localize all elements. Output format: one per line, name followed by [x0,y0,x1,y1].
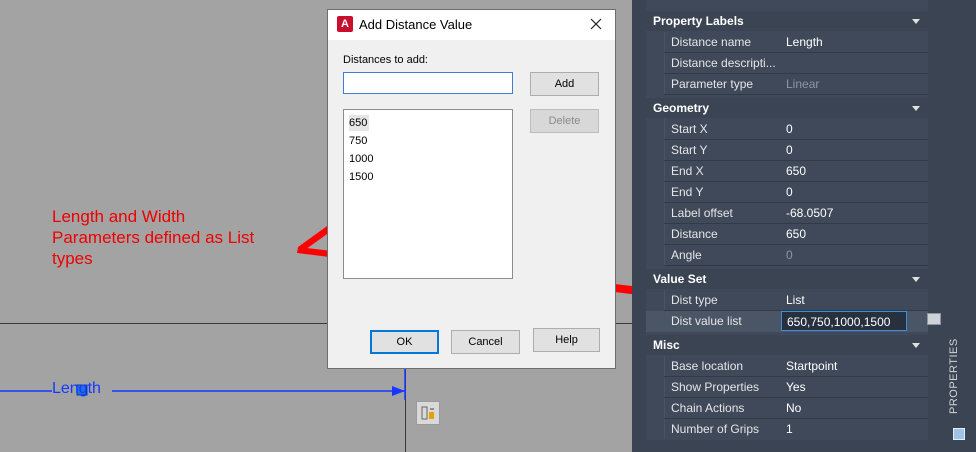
collapse-icon[interactable] [912,106,920,111]
property-value[interactable] [781,53,928,73]
dimension-label[interactable]: Length [52,380,101,398]
section-geometry[interactable]: Geometry [646,98,928,118]
property-value[interactable]: No [781,398,928,418]
section-title: Misc [653,338,680,352]
annotation-text: Length and Width Parameters defined as L… [52,206,254,269]
dist-value-list-field[interactable]: 650,750,1000,1500 [781,311,907,331]
property-row[interactable]: Base location Startpoint [646,356,928,377]
section-value-set[interactable]: Value Set [646,269,928,289]
list-item-label: 650 [349,115,370,131]
cancel-button[interactable]: Cancel [451,330,520,354]
annotation-line-2: Parameters defined as List [52,228,255,247]
property-value[interactable]: 650 [781,224,928,244]
property-value[interactable]: 0 [781,119,928,139]
dialog-title: Add Distance Value [359,17,473,32]
properties-palette: Property Labels Distance name Length Dis… [632,0,976,452]
property-value[interactable]: 0 [781,140,928,160]
properties-grid: Property Labels Distance name Length Dis… [646,0,941,440]
property-row[interactable]: Number of Grips 1 [646,419,928,440]
property-row[interactable]: End X 650 [646,161,928,182]
property-name: Dist value list [664,311,780,331]
property-name: End X [664,161,780,181]
distance-list[interactable]: 650 750 1000 1500 [343,109,513,279]
property-row[interactable]: Chain Actions No [646,398,928,419]
list-item[interactable]: 750 [349,131,507,149]
property-name: Show Properties [664,377,780,397]
add-distance-value-dialog: A Add Distance Value Distances to add: 6… [327,9,616,369]
collapse-icon[interactable] [912,343,920,348]
section-title: Geometry [653,101,710,115]
delete-button[interactable]: Delete [530,109,599,133]
property-row[interactable]: Start X 0 [646,119,928,140]
property-name: Label offset [664,203,780,223]
property-row[interactable]: Distance name Length [646,32,928,53]
list-item[interactable]: 1000 [349,149,507,167]
property-name: Start X [664,119,780,139]
property-row[interactable]: Start Y 0 [646,140,928,161]
properties-tab-label[interactable]: PROPERTIES [948,338,960,414]
property-name: Distance descripti... [664,53,780,73]
list-item-label: 750 [349,135,368,147]
list-item[interactable]: 650 [349,113,507,131]
close-icon[interactable] [583,12,609,36]
annotation-line-3: types [52,249,93,268]
property-row[interactable]: End Y 0 [646,182,928,203]
property-name: Distance name [664,32,780,52]
property-value[interactable]: Yes [781,377,928,397]
property-row[interactable]: Parameter type Linear [646,74,928,95]
property-name: Dist type [664,290,780,310]
property-value[interactable]: -68.0507 [781,203,928,223]
property-value[interactable]: 1 [781,419,928,439]
section-misc[interactable]: Misc [646,335,928,355]
property-value: 0 [786,248,793,262]
list-editor-icon[interactable] [927,313,941,325]
property-name: Parameter type [664,74,780,94]
help-button[interactable]: Help [533,328,600,352]
property-name: Number of Grips [664,419,780,439]
section-title: Value Set [653,272,707,286]
autocad-app-icon: A [337,16,353,32]
list-item-label: 1000 [349,153,374,165]
property-row[interactable]: Distance 650 [646,224,928,245]
section-property-labels[interactable]: Property Labels [646,11,928,31]
property-value[interactable]: 650 [781,161,928,181]
property-name: Angle [664,245,780,265]
property-value[interactable]: Length [781,32,928,52]
ok-button[interactable]: OK [370,330,439,354]
property-name: Base location [664,356,780,376]
property-value: Linear [786,77,820,91]
dialog-titlebar[interactable]: A Add Distance Value [328,10,615,40]
property-name: Start Y [664,140,780,160]
property-name: Chain Actions [664,398,780,418]
property-row[interactable]: Distance descripti... [646,53,928,74]
distances-to-add-label: Distances to add: [343,54,428,66]
list-item[interactable]: 1500 [349,167,507,185]
property-value[interactable]: 0 [781,182,928,202]
add-button[interactable]: Add [530,72,599,96]
collapse-icon[interactable] [912,19,920,24]
save-icon[interactable] [953,428,965,440]
list-item-label: 1500 [349,171,374,183]
property-value[interactable]: Startpoint [781,356,928,376]
section-title: Property Labels [653,14,744,28]
property-row[interactable]: Angle 0 [646,245,928,266]
property-row-selected[interactable]: Dist value list 650,750,1000,1500 [646,311,928,332]
lookup-grip-icon[interactable] [416,401,440,425]
property-row[interactable]: Show Properties Yes [646,377,928,398]
annotation-line-1: Length and Width [52,207,186,226]
distance-input[interactable] [343,72,513,94]
property-row[interactable]: Dist type List [646,290,928,311]
property-value[interactable]: List [781,290,928,310]
property-row[interactable]: Label offset -68.0507 [646,203,928,224]
collapse-icon[interactable] [912,277,920,282]
property-name: End Y [664,182,780,202]
property-name: Distance [664,224,780,244]
